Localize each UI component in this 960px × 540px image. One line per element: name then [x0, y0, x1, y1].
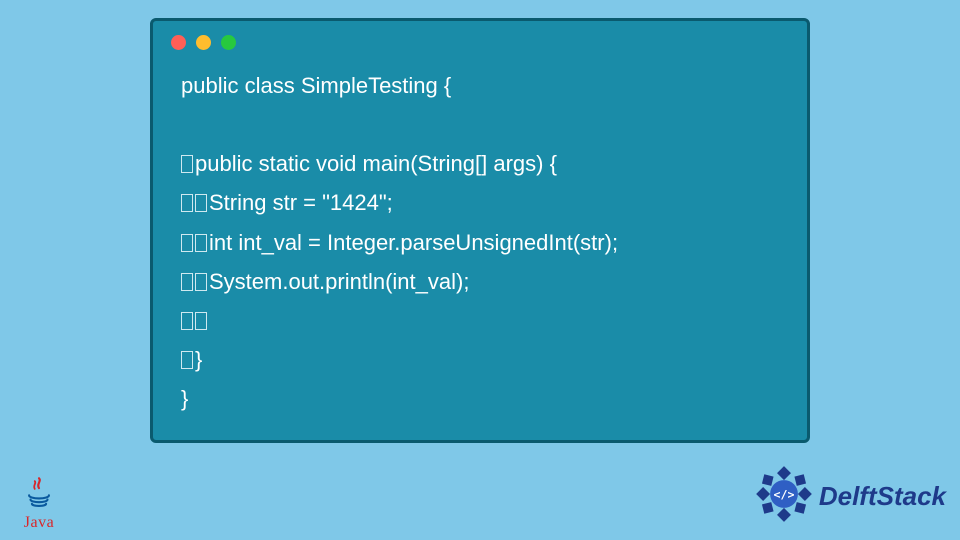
code-line: [181, 301, 779, 340]
tab-placeholder-icon: [181, 234, 193, 252]
code-text: }: [195, 347, 202, 372]
code-text: public class SimpleTesting {: [181, 73, 451, 98]
code-text: System.out.println(int_val);: [209, 269, 469, 294]
code-text: String str = "1424";: [209, 190, 393, 215]
code-body: public class SimpleTesting { public stat…: [153, 60, 807, 418]
code-line: public static void main(String[] args) {: [181, 144, 779, 183]
delftstack-gear-icon: </>: [755, 465, 813, 528]
code-text: public static void main(String[] args) {: [195, 151, 557, 176]
maximize-icon[interactable]: [221, 35, 236, 50]
java-logo: Java: [12, 474, 66, 532]
minimize-icon[interactable]: [196, 35, 211, 50]
delftstack-logo: </> DelftStack: [755, 465, 946, 528]
code-line: public class SimpleTesting {: [181, 66, 779, 105]
code-line: }: [181, 379, 779, 418]
code-text: int int_val = Integer.parseUnsignedInt(s…: [209, 230, 618, 255]
code-line: }: [181, 340, 779, 379]
tab-placeholder-icon: [181, 273, 193, 291]
tab-placeholder-icon: [181, 312, 193, 330]
code-text: }: [181, 386, 188, 411]
delftstack-logo-label: DelftStack: [819, 481, 946, 512]
java-cup-icon: [12, 474, 66, 514]
close-icon[interactable]: [171, 35, 186, 50]
tab-placeholder-icon: [195, 234, 207, 252]
code-line: int int_val = Integer.parseUnsignedInt(s…: [181, 223, 779, 262]
code-line: System.out.println(int_val);: [181, 262, 779, 301]
code-window: public class SimpleTesting { public stat…: [150, 18, 810, 443]
tab-placeholder-icon: [195, 312, 207, 330]
tab-placeholder-icon: [181, 194, 193, 212]
window-titlebar: [153, 21, 807, 60]
tab-placeholder-icon: [181, 351, 193, 369]
code-line: String str = "1424";: [181, 183, 779, 222]
svg-text:</>: </>: [773, 488, 794, 502]
tab-placeholder-icon: [195, 273, 207, 291]
tab-placeholder-icon: [181, 155, 193, 173]
tab-placeholder-icon: [195, 194, 207, 212]
java-logo-label: Java: [12, 514, 66, 532]
code-line: [181, 105, 779, 144]
